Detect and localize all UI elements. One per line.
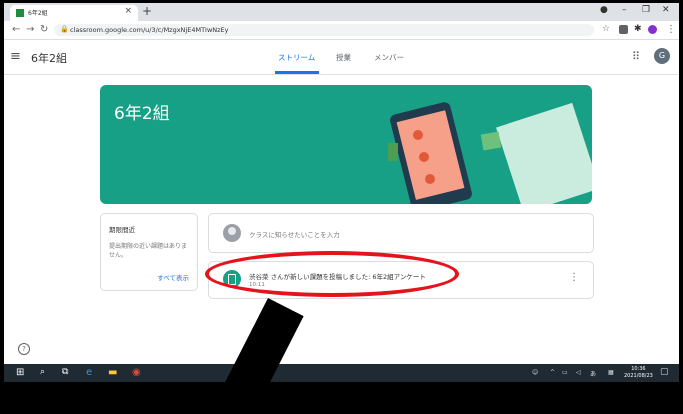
ime-icon[interactable]: あ [590, 369, 596, 378]
address-bar[interactable]: 🔒 classroom.google.com/u/3/c/MzgxNjE4MTI… [54, 24, 594, 36]
edge-icon[interactable]: e [86, 367, 92, 378]
announce-box[interactable]: クラスに知らせたいことを入力 [208, 213, 594, 253]
announce-placeholder[interactable]: クラスに知らせたいことを入力 [249, 229, 340, 239]
reload-icon[interactable]: ↻ [40, 24, 48, 35]
user-avatar-icon [223, 224, 241, 242]
tray-chevron-icon[interactable]: ^ [550, 369, 555, 376]
banner-illustration [388, 102, 592, 204]
extension-icon[interactable] [619, 25, 628, 34]
tab-bar: 6年2組 × + ● – ❐ ✕ [4, 3, 679, 21]
apps-grid-icon[interactable]: ⠿ [632, 50, 640, 63]
classroom-favicon-icon [16, 9, 24, 17]
close-tab-icon[interactable]: × [124, 6, 132, 16]
clock-time: 10:36 [631, 366, 646, 372]
people-icon[interactable]: ☺ [532, 369, 538, 376]
keyboard-icon[interactable]: ▦ [608, 369, 614, 376]
search-icon[interactable]: ⌕ [40, 367, 45, 377]
account-avatar[interactable]: G [654, 48, 670, 64]
new-tab-icon[interactable]: + [142, 4, 152, 18]
upcoming-card: 期限間近 提出期限の近い課題はありません。 すべて表示 [100, 213, 198, 291]
notification-icon[interactable]: ▢ [660, 367, 669, 377]
profile-avatar-icon[interactable] [648, 25, 657, 34]
windows-start-icon[interactable]: ⊞ [16, 367, 24, 378]
address-bar-row: ← → ↻ 🔒 classroom.google.com/u/3/c/MzgxN… [4, 21, 679, 40]
clock-date: 2021/08/23 [624, 373, 653, 379]
bookmark-star-icon[interactable]: ☆ [602, 24, 610, 34]
back-icon[interactable]: ← [12, 24, 20, 35]
windows-taskbar: ⊞ ⌕ ⧉ e ▬ ◉ ☺ ^ ▭ ◁ あ ▦ 10:36 2021/08/23… [4, 364, 679, 382]
browser-menu-icon[interactable]: ⋮ [666, 24, 676, 35]
red-highlight-ellipse [205, 251, 459, 297]
view-all-link[interactable]: すべて表示 [157, 272, 189, 282]
upcoming-body: 提出期限の近い課題はありません。 [109, 243, 188, 259]
minimize-icon[interactable]: – [622, 5, 627, 15]
class-banner: 6年2組 [100, 85, 592, 204]
task-view-icon[interactable]: ⧉ [62, 367, 68, 377]
record-icon[interactable]: ● [600, 5, 608, 15]
classroom-header: ≡ 6年2組 ストリーム 授業 メンバー ⠿ G [4, 40, 679, 75]
close-window-icon[interactable]: ✕ [662, 5, 670, 15]
browser-tab[interactable]: 6年2組 × [10, 5, 138, 21]
tab-stream[interactable]: ストリーム [278, 52, 315, 63]
lock-icon: 🔒 [60, 25, 69, 33]
volume-icon[interactable]: ◁ [576, 369, 581, 376]
forward-icon[interactable]: → [26, 24, 34, 35]
browser-window: 6年2組 × + ● – ❐ ✕ ← → ↻ 🔒 classroom.googl… [4, 3, 679, 364]
network-icon[interactable]: ▭ [562, 369, 568, 376]
tab-people[interactable]: メンバー [374, 52, 404, 63]
tab-title: 6年2組 [28, 10, 48, 17]
hamburger-menu-icon[interactable]: ≡ [10, 49, 21, 64]
file-explorer-icon[interactable]: ▬ [108, 367, 117, 378]
class-name: 6年2組 [31, 52, 67, 65]
active-tab-indicator [275, 71, 319, 74]
tab-classwork[interactable]: 授業 [336, 52, 351, 63]
help-icon[interactable]: ? [18, 343, 30, 355]
maximize-icon[interactable]: ❐ [642, 5, 650, 15]
extensions-puzzle-icon[interactable]: ✱ [634, 24, 642, 34]
chrome-icon[interactable]: ◉ [132, 367, 141, 378]
taskbar-clock[interactable]: 10:36 2021/08/23 [624, 366, 653, 380]
more-options-icon[interactable]: ⋮ [569, 272, 579, 283]
upcoming-title: 期限間近 [109, 226, 135, 234]
url-text: classroom.google.com/u/3/c/MzgxNjE4MTIwN… [70, 26, 229, 34]
